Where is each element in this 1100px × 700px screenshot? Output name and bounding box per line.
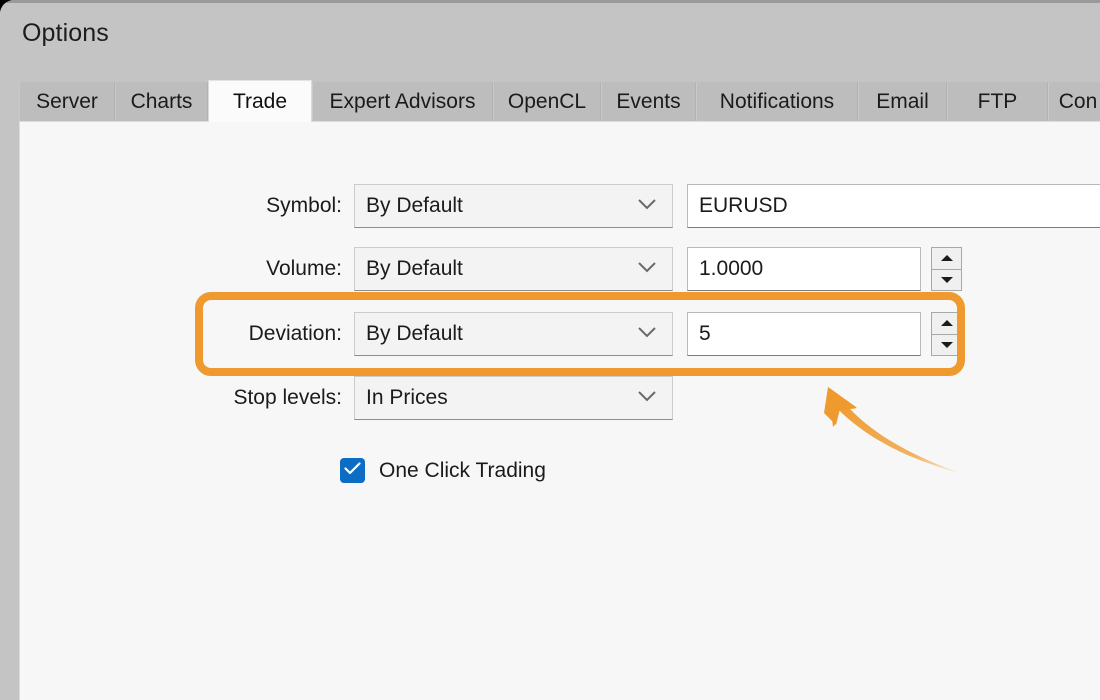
- tab-trade[interactable]: Trade: [208, 80, 312, 122]
- one-click-trading-label: One Click Trading: [379, 458, 546, 482]
- stop-levels-value: In Prices: [366, 386, 448, 409]
- volume-stepper-down[interactable]: [931, 268, 962, 291]
- deviation-input[interactable]: 5: [687, 312, 921, 356]
- tab-community[interactable]: Con: [1048, 82, 1100, 122]
- page-title: Options: [22, 19, 109, 47]
- deviation-stepper-up[interactable]: [931, 312, 962, 334]
- volume-label: Volume:: [266, 257, 342, 280]
- spinner-up-icon: [940, 314, 954, 332]
- deviation-label: Deviation:: [248, 322, 342, 345]
- row-stop-levels: Stop levels: In Prices: [20, 376, 673, 420]
- chevron-down-icon: [638, 325, 656, 343]
- chevron-down-icon: [638, 389, 656, 407]
- stop-levels-dropdown[interactable]: In Prices: [354, 376, 673, 420]
- deviation-input-value: 5: [699, 322, 711, 345]
- row-volume: Volume: By Default 1.0000: [20, 247, 962, 291]
- one-click-trading-row[interactable]: One Click Trading: [340, 458, 546, 483]
- checkmark-icon: [344, 461, 361, 480]
- tab-strip: Server Charts Trade Expert Advisors Open…: [0, 80, 1100, 122]
- tab-charts[interactable]: Charts: [115, 82, 208, 122]
- tab-ftp[interactable]: FTP: [947, 82, 1048, 122]
- volume-input[interactable]: 1.0000: [687, 247, 921, 291]
- tab-notifications[interactable]: Notifications: [696, 82, 858, 122]
- volume-mode-value: By Default: [366, 257, 463, 280]
- row-deviation: Deviation: By Default 5: [20, 312, 962, 356]
- volume-mode-dropdown[interactable]: By Default: [354, 247, 673, 291]
- tab-email[interactable]: Email: [858, 82, 947, 122]
- deviation-mode-dropdown[interactable]: By Default: [354, 312, 673, 356]
- symbol-input-value: EURUSD: [699, 194, 788, 217]
- tab-server[interactable]: Server: [19, 82, 115, 122]
- tab-expert-advisors[interactable]: Expert Advisors: [312, 82, 493, 122]
- symbol-input[interactable]: EURUSD: [687, 184, 1100, 228]
- volume-stepper[interactable]: [931, 247, 962, 291]
- chevron-down-icon: [638, 260, 656, 278]
- symbol-mode-value: By Default: [366, 194, 463, 217]
- deviation-stepper[interactable]: [931, 312, 962, 356]
- deviation-stepper-down[interactable]: [931, 333, 962, 356]
- row-symbol: Symbol: By Default EURUSD: [20, 184, 1100, 228]
- chevron-down-icon: [638, 197, 656, 215]
- spinner-up-icon: [940, 249, 954, 267]
- deviation-mode-value: By Default: [366, 322, 463, 345]
- symbol-mode-dropdown[interactable]: By Default: [354, 184, 673, 228]
- options-window: Options Server Charts Trade Expert Advis…: [0, 0, 1100, 700]
- volume-input-value: 1.0000: [699, 257, 764, 280]
- stop-levels-label: Stop levels:: [233, 386, 342, 409]
- volume-stepper-up[interactable]: [931, 247, 962, 269]
- spinner-down-icon: [940, 271, 954, 289]
- symbol-label: Symbol:: [266, 194, 342, 217]
- screenshot-root: Options Server Charts Trade Expert Advis…: [0, 0, 1100, 700]
- one-click-trading-checkbox[interactable]: [340, 458, 365, 483]
- tab-events[interactable]: Events: [601, 82, 696, 122]
- title-bar: Options: [0, 3, 1100, 65]
- spinner-down-icon: [940, 336, 954, 354]
- tab-opencl[interactable]: OpenCL: [493, 82, 601, 122]
- trade-settings-panel: Symbol: By Default EURUSD Volume: By Def…: [19, 121, 1100, 700]
